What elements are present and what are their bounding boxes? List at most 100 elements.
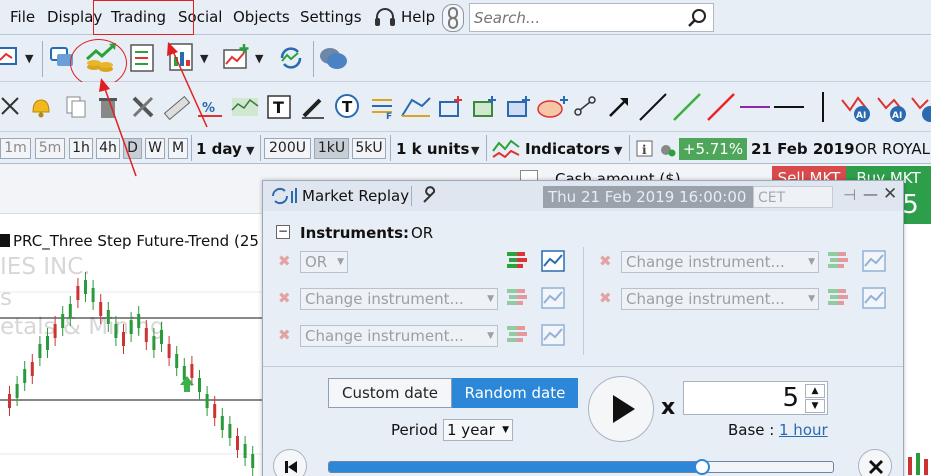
search-input[interactable] — [474, 8, 674, 28]
random-date-button[interactable]: Random date — [452, 378, 578, 408]
alert-bell-icon[interactable] — [28, 94, 54, 120]
candle-body — [137, 314, 141, 328]
order-list-icon[interactable] — [128, 42, 156, 74]
chevron-down-icon[interactable]: ▼ — [614, 144, 622, 157]
ai-pattern-icon[interactable]: AI — [876, 92, 910, 124]
order-book-icon[interactable] — [505, 249, 529, 273]
tf-1h[interactable]: 1h — [69, 138, 93, 159]
remove-instrument-icon[interactable]: ✖ — [278, 289, 291, 307]
instrument-select[interactable]: OR ▼ — [300, 251, 348, 273]
text-tool-icon[interactable]: T — [266, 94, 292, 120]
remove-instrument-icon[interactable]: ✖ — [278, 326, 291, 344]
fibonacci-fan-icon[interactable] — [400, 94, 432, 120]
fibonacci-icon[interactable]: F — [370, 94, 398, 120]
text-bubble-icon[interactable]: T — [334, 93, 362, 121]
line-green-icon[interactable] — [672, 92, 702, 122]
tools-icon[interactable] — [130, 94, 158, 120]
search-box[interactable] — [469, 3, 714, 32]
tf-5m[interactable]: 5m — [35, 138, 65, 159]
stop-button[interactable] — [858, 449, 892, 476]
remove-instrument-icon[interactable]: ✖ — [599, 252, 612, 270]
speed-stepper[interactable]: 5 ▲ ▼ — [683, 381, 828, 415]
hline-purple-icon[interactable] — [740, 92, 770, 122]
candlestick-fragment — [908, 453, 928, 475]
info-icon[interactable]: i — [636, 140, 654, 158]
arrow-tool-icon[interactable] — [606, 94, 632, 120]
unit-5ku[interactable]: 5kU — [352, 138, 386, 159]
indicators-button[interactable]: Indicators — [525, 140, 610, 158]
market-replay-icon[interactable] — [276, 43, 306, 73]
menu-settings[interactable]: Settings — [300, 8, 362, 26]
tf-4h[interactable]: 4h — [96, 138, 120, 159]
tf-w[interactable]: W — [145, 138, 165, 159]
segment-tool-icon[interactable] — [572, 94, 598, 120]
custom-date-button[interactable]: Custom date — [328, 378, 452, 408]
vline-icon[interactable] — [818, 90, 828, 124]
hline-black-icon[interactable] — [774, 92, 806, 122]
menu-objects[interactable]: Objects — [233, 8, 290, 26]
line-black-icon[interactable] — [638, 92, 668, 122]
progress-thumb[interactable] — [693, 459, 710, 475]
chevron-down-icon[interactable]: ▼ — [246, 144, 254, 157]
tf-m[interactable]: M — [168, 138, 188, 159]
replay-progress-slider[interactable] — [328, 459, 834, 475]
delete-bin-icon[interactable] — [96, 94, 120, 120]
change-percent-badge: +5.71% — [679, 138, 747, 160]
wrench-icon[interactable] — [420, 186, 440, 206]
link-chain-button[interactable] — [442, 4, 464, 32]
period-select[interactable]: 1 year ▼ — [443, 419, 513, 441]
minimize-icon[interactable]: — — [863, 185, 878, 203]
speed-up-button[interactable]: ▲ — [805, 384, 825, 398]
line-red-icon[interactable] — [706, 92, 736, 122]
pin-icon[interactable]: ⊣ — [843, 186, 856, 204]
instrument-select[interactable]: Change instrument... ▼ — [621, 288, 819, 310]
close-icon — [868, 459, 884, 475]
close-icon[interactable]: ✕ — [883, 184, 897, 204]
period-select[interactable]: 1 day — [196, 140, 242, 158]
crosshair-icon[interactable] — [0, 94, 22, 120]
menu-help[interactable]: Help — [401, 8, 435, 26]
rectangle-green-icon[interactable] — [470, 94, 498, 120]
report-icon[interactable] — [167, 41, 197, 73]
copy-icon[interactable] — [64, 94, 88, 120]
base-link[interactable]: 1 hour — [779, 421, 828, 439]
headset-icon[interactable] — [373, 6, 397, 30]
ai-pattern-icon[interactable] — [910, 92, 931, 124]
skip-back-icon — [285, 461, 297, 473]
percent-tool-icon[interactable]: % — [196, 94, 224, 120]
speed-down-button[interactable]: ▼ — [805, 399, 825, 413]
rectangle-tool-icon[interactable] — [436, 94, 464, 120]
chevron-down-icon[interactable]: ▼ — [200, 52, 208, 65]
instrument-select[interactable]: Change instrument... ▼ — [300, 288, 498, 310]
chart-window-icon[interactable] — [0, 44, 22, 70]
social-chat-icon[interactable] — [318, 44, 348, 72]
pencil-icon[interactable] — [300, 94, 326, 120]
chart-window-icon[interactable] — [540, 249, 566, 273]
remove-instrument-icon[interactable]: ✖ — [599, 289, 612, 307]
indicators-icon[interactable] — [491, 135, 521, 161]
search-icon[interactable] — [687, 8, 707, 28]
chevron-down-icon[interactable]: ▼ — [25, 52, 33, 65]
ellipse-tool-icon[interactable] — [536, 94, 568, 120]
collapse-toggle[interactable]: − — [276, 225, 290, 239]
play-button[interactable] — [588, 376, 654, 442]
ai-pattern-icon[interactable]: AI — [840, 92, 874, 124]
rewind-button[interactable] — [273, 449, 307, 476]
unit-200u[interactable]: 200U — [264, 138, 311, 159]
remove-instrument-icon[interactable]: ✖ — [278, 252, 291, 270]
instrument-select[interactable]: Change instrument... ▼ — [300, 325, 498, 347]
menu-file[interactable]: File — [10, 8, 35, 26]
chevron-down-icon[interactable]: ▼ — [255, 52, 263, 65]
instrument-select[interactable]: Change instrument... ▼ — [621, 251, 819, 273]
timezone-field[interactable]: CET — [753, 186, 833, 208]
ruler-icon[interactable] — [162, 94, 190, 120]
dialog-title-bar[interactable]: Market Replay Thu 21 Feb 2019 16:00:00 C… — [263, 181, 903, 211]
tf-1m[interactable]: 1m — [0, 138, 31, 159]
add-chart-icon[interactable] — [221, 44, 251, 72]
zone-tool-icon[interactable] — [230, 94, 260, 120]
rectangle-blue-icon[interactable] — [504, 94, 532, 120]
units-select[interactable]: 1 k units — [396, 140, 469, 158]
chevron-down-icon[interactable]: ▼ — [471, 144, 479, 157]
unit-1ku[interactable]: 1kU — [314, 138, 349, 159]
tf-d[interactable]: D — [123, 138, 142, 159]
